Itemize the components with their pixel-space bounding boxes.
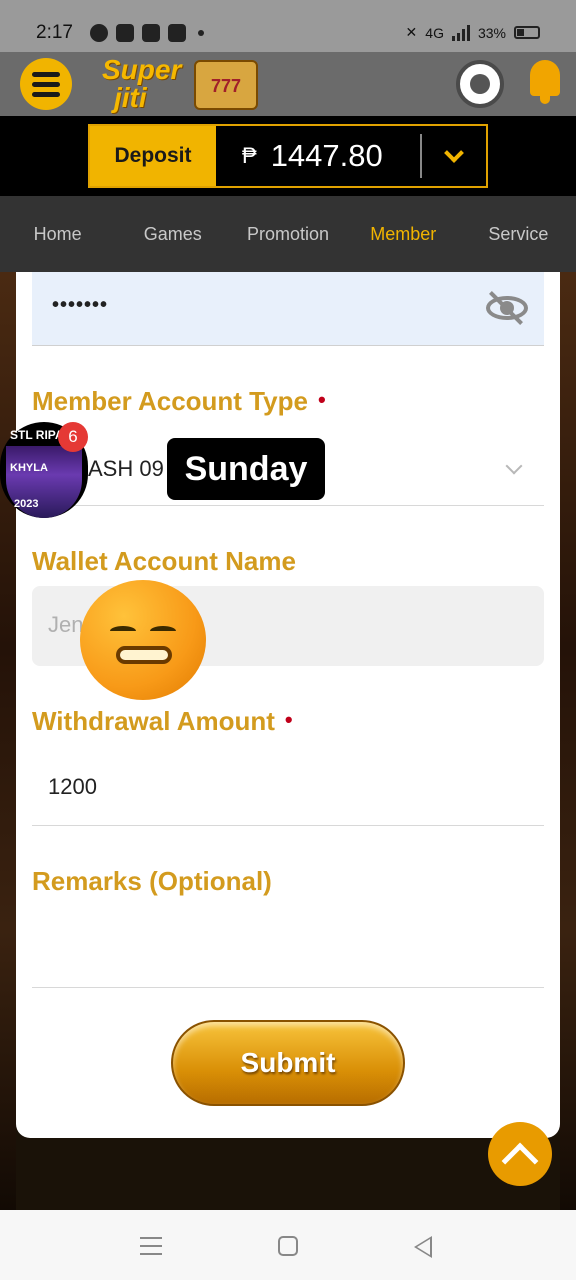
amount-label: Withdrawal Amount • <box>32 706 293 737</box>
shopping-bag-icon <box>142 24 160 42</box>
currency-symbol: ₱ <box>242 143 257 168</box>
system-navigation-bar <box>0 1210 576 1280</box>
balance-box: Deposit ₱ 1447.80 <box>88 124 488 188</box>
status-right: ✕ 4G 33% <box>406 24 540 41</box>
notification-bell-icon[interactable] <box>522 56 568 108</box>
battery-percent: 33% <box>477 24 506 41</box>
menu-line-icon <box>32 72 60 77</box>
nav-tab-service[interactable]: Service <box>461 196 576 272</box>
bell-clapper <box>540 96 550 104</box>
nav-tab-games[interactable]: Games <box>115 196 230 272</box>
account-type-value: ASH 09 <box>88 456 164 481</box>
chat-head-bubble[interactable]: STL RIPA KHYLA 2023 6 <box>0 422 88 518</box>
emoji-eye <box>150 626 176 636</box>
back-icon[interactable] <box>414 1236 432 1258</box>
balance-amount: 1447.80 <box>270 138 383 173</box>
messenger-icon <box>90 24 108 42</box>
account-type-label-text: Member Account Type <box>32 386 308 416</box>
remarks-label: Remarks (Optional) <box>32 866 272 896</box>
status-time: 2:17 <box>36 22 73 43</box>
background-art <box>0 272 16 1212</box>
bell-body <box>530 60 560 96</box>
grimace-emoji-icon <box>80 580 206 700</box>
logo-text-jiti: jiti <box>114 82 147 113</box>
unread-count-badge: 6 <box>58 422 88 452</box>
status-bar: 2:17 ✕ 4G 33% <box>0 0 576 52</box>
balance-bar: Deposit ₱ 1447.80 <box>0 116 576 196</box>
youtube-icon <box>168 24 186 42</box>
emoji-eye <box>110 626 136 636</box>
menu-line-icon <box>32 82 60 87</box>
app-header: Super jiti 777 <box>0 52 576 116</box>
balance-dropdown-button[interactable] <box>422 126 486 186</box>
hamburger-menu-button[interactable] <box>20 58 72 110</box>
menu-line-icon <box>32 92 60 97</box>
scroll-to-top-button[interactable] <box>488 1122 552 1186</box>
more-notifications-icon <box>198 30 204 36</box>
withdrawal-amount-value: 1200 <box>48 774 97 799</box>
required-indicator: • <box>317 387 326 412</box>
password-field[interactable]: ••••••• <box>32 272 544 346</box>
emoji-face <box>80 580 206 700</box>
bubble-year: 2023 <box>14 498 39 510</box>
mute-icon: ✕ <box>405 24 418 40</box>
notification-icons <box>90 24 204 42</box>
password-value: ••••••• <box>52 294 109 316</box>
emoji-mouth <box>116 646 172 664</box>
home-icon[interactable] <box>278 1236 298 1256</box>
account-type-label: Member Account Type • <box>32 386 326 417</box>
nav-tab-promotion[interactable]: Promotion <box>230 196 345 272</box>
battery-icon <box>514 26 540 39</box>
wallet-name-label: Wallet Account Name <box>32 546 296 576</box>
game-controller-icon <box>116 24 134 42</box>
submit-button[interactable]: Submit <box>171 1020 405 1106</box>
network-label: 4G <box>425 24 444 41</box>
nav-tab-member[interactable]: Member <box>346 196 461 272</box>
amount-label-text: Withdrawal Amount <box>32 706 275 736</box>
superjiti-logo[interactable]: Super jiti 777 <box>100 54 265 114</box>
eye-slash-icon[interactable] <box>484 290 530 326</box>
day-sticker: Sunday <box>167 438 325 500</box>
withdrawal-amount-input[interactable]: 1200 <box>32 746 544 826</box>
remarks-input[interactable] <box>32 908 544 988</box>
required-indicator: • <box>284 707 293 732</box>
background-art <box>560 272 576 1212</box>
wallet-balance: ₱ 1447.80 <box>216 126 420 186</box>
chevron-down-icon <box>444 143 464 163</box>
nav-tab-home[interactable]: Home <box>0 196 115 272</box>
customer-support-icon[interactable] <box>456 60 504 108</box>
slot-machine-icon: 777 <box>194 60 258 110</box>
bubble-title: STL RIPA <box>10 428 64 442</box>
wallet-name-value: Jen <box>48 612 84 637</box>
main-nav: Home Games Promotion Member Service <box>0 196 576 272</box>
chevron-down-icon <box>505 457 523 475</box>
chevron-up-icon <box>501 1142 539 1180</box>
withdrawal-form: ••••••• Member Account Type • ASH 09 Wall… <box>16 272 560 1138</box>
deposit-button[interactable]: Deposit <box>90 126 216 186</box>
recent-apps-icon[interactable] <box>140 1237 162 1261</box>
bubble-name: KHYLA <box>10 462 48 474</box>
signal-icon <box>451 24 470 41</box>
